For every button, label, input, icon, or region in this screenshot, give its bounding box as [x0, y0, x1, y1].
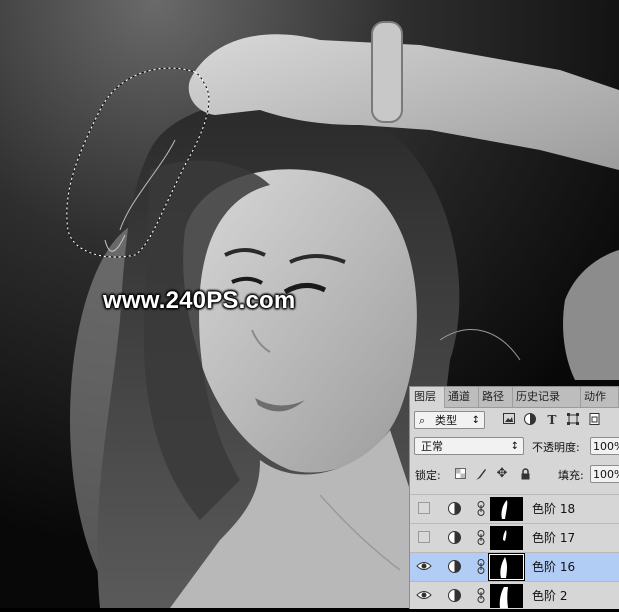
shape-filter-icon[interactable] — [566, 413, 580, 427]
image-filter-icon[interactable] — [502, 413, 516, 427]
blend-mode-select[interactable]: 正常 ↕ — [414, 437, 524, 455]
layers-panel: 图层 通道 路径 历史记录 动作 ⌕ 类型 ↕ T 正常 ↕ 不透明度: 100… — [409, 386, 619, 609]
fill-input[interactable]: 100% — [590, 465, 619, 483]
adjustment-layer-icon — [448, 560, 461, 573]
lock-transparent-pixels-icon[interactable] — [453, 468, 467, 482]
blend-mode-value: 正常 — [421, 440, 443, 453]
layer-mask-thumbnail[interactable] — [489, 554, 524, 580]
chain-link-icon[interactable] — [477, 559, 485, 574]
layer-name[interactable]: 色阶 16 — [532, 553, 575, 582]
adjustment-layer-icon — [448, 502, 461, 515]
adjustment-filter-icon[interactable] — [523, 413, 537, 427]
chain-link-icon[interactable] — [477, 501, 485, 516]
watermark-text: www.240PS.com — [103, 287, 296, 314]
lock-row: 锁定: ✥ 填充: 100% — [410, 464, 619, 486]
lock-image-pixels-icon[interactable] — [473, 468, 487, 482]
tab-history[interactable]: 历史记录 — [512, 387, 581, 407]
tab-layers[interactable]: 图层 — [410, 387, 445, 408]
eye-icon[interactable] — [416, 558, 432, 574]
opacity-label: 不透明度: — [532, 441, 580, 454]
tab-actions[interactable]: 动作 — [580, 387, 619, 407]
layers-list: 色阶 18 色阶 17 色阶 16 色阶 2 — [410, 494, 619, 609]
lock-label: 锁定: — [415, 469, 441, 482]
layer-mask-thumbnail[interactable] — [490, 584, 523, 608]
blend-row: 正常 ↕ 不透明度: 100% — [410, 435, 619, 457]
lock-all-icon[interactable] — [518, 468, 532, 482]
chain-link-icon[interactable] — [477, 530, 485, 545]
panel-tab-bar: 图层 通道 路径 历史记录 动作 — [410, 387, 619, 408]
visibility-toggle[interactable] — [418, 502, 430, 514]
layer-row-levels-16[interactable]: 色阶 16 — [410, 552, 619, 581]
layer-mask-thumbnail[interactable] — [490, 497, 523, 521]
tab-channels[interactable]: 通道 — [444, 387, 479, 407]
layer-row-levels-2[interactable]: 色阶 2 — [410, 581, 619, 609]
adjustment-layer-icon — [448, 531, 461, 544]
spinner-icon: ↕ — [471, 415, 480, 426]
layer-row-levels-18[interactable]: 色阶 18 — [410, 494, 619, 523]
lock-position-icon[interactable]: ✥ — [495, 467, 509, 481]
tab-paths[interactable]: 路径 — [478, 387, 513, 407]
opacity-input[interactable]: 100% — [590, 437, 619, 455]
filter-kind-select[interactable]: ⌕ 类型 ↕ — [414, 411, 485, 429]
layer-name[interactable]: 色阶 18 — [532, 495, 575, 524]
chain-link-icon[interactable] — [477, 588, 485, 603]
eye-icon[interactable] — [416, 587, 432, 603]
layer-name[interactable]: 色阶 2 — [532, 582, 567, 609]
fill-label: 填充: — [558, 469, 584, 482]
layer-mask-thumbnail[interactable] — [490, 526, 523, 550]
adjustment-layer-icon — [448, 589, 461, 602]
smart-object-filter-icon[interactable] — [588, 413, 602, 427]
type-filter-icon[interactable]: T — [545, 413, 559, 427]
layer-name[interactable]: 色阶 17 — [532, 524, 575, 553]
layer-row-levels-17[interactable]: 色阶 17 — [410, 523, 619, 552]
visibility-toggle[interactable] — [418, 531, 430, 543]
search-icon: ⌕ — [419, 414, 426, 427]
filter-kind-label: 类型 — [435, 414, 457, 427]
blend-spinner-icon: ↕ — [510, 441, 519, 452]
layer-filter-row: ⌕ 类型 ↕ T — [410, 409, 619, 431]
